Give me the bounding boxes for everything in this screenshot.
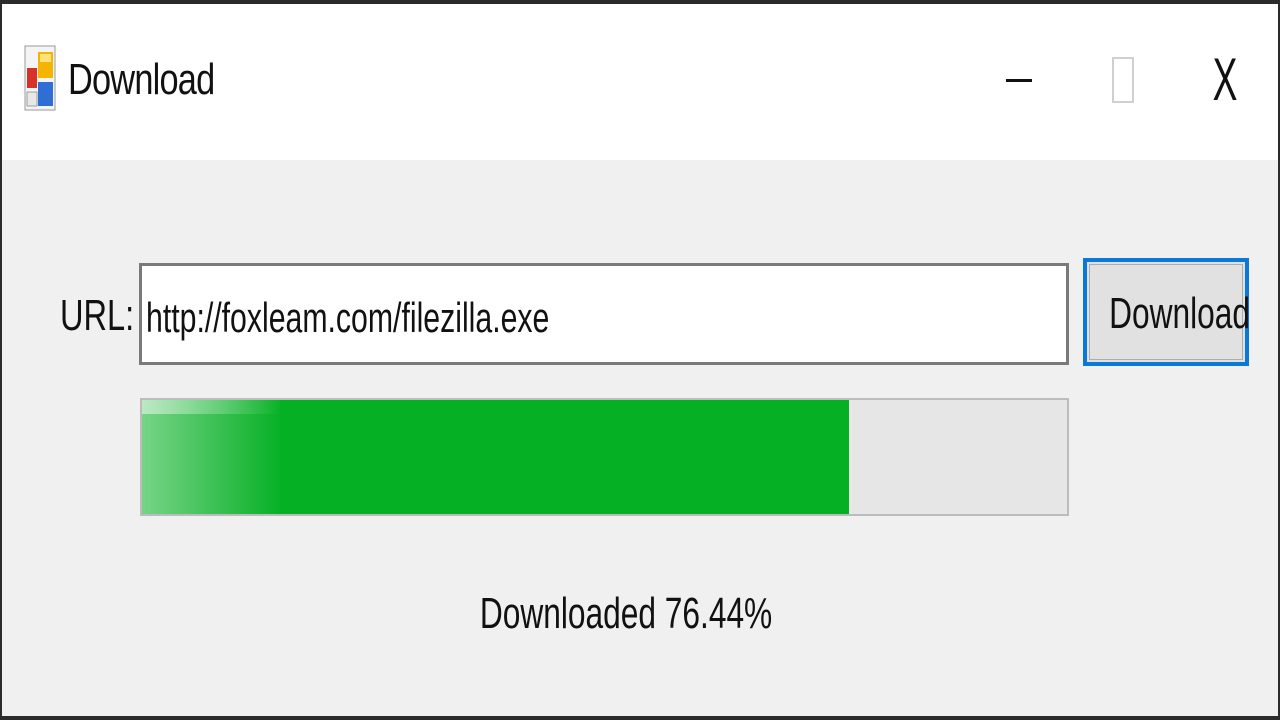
url-label: URL:	[60, 291, 135, 340]
download-progress-bar	[140, 398, 1069, 516]
download-button[interactable]: Download	[1083, 258, 1251, 366]
download-status-text: Downloaded 76.44%	[479, 589, 773, 638]
minimize-button[interactable]	[982, 40, 1056, 120]
progress-fill	[142, 400, 850, 514]
title-bar[interactable]: Download X	[2, 4, 1278, 160]
progress-sheen-top	[142, 400, 282, 414]
close-button[interactable]: X	[1188, 40, 1262, 120]
minimize-icon	[1006, 78, 1032, 82]
maximize-icon	[1112, 57, 1134, 103]
download-button-label: Download	[1109, 289, 1251, 338]
maximize-button[interactable]	[1086, 40, 1160, 120]
url-input[interactable]	[139, 263, 1069, 365]
application-icon	[24, 45, 56, 111]
window-title: Download	[68, 55, 215, 104]
close-icon: X	[1212, 46, 1238, 113]
download-status: Downloaded 76.44%	[2, 584, 1250, 644]
download-window: Download X URL: http://foxleam.com/filez…	[0, 0, 1280, 720]
progress-sheen	[142, 400, 282, 514]
